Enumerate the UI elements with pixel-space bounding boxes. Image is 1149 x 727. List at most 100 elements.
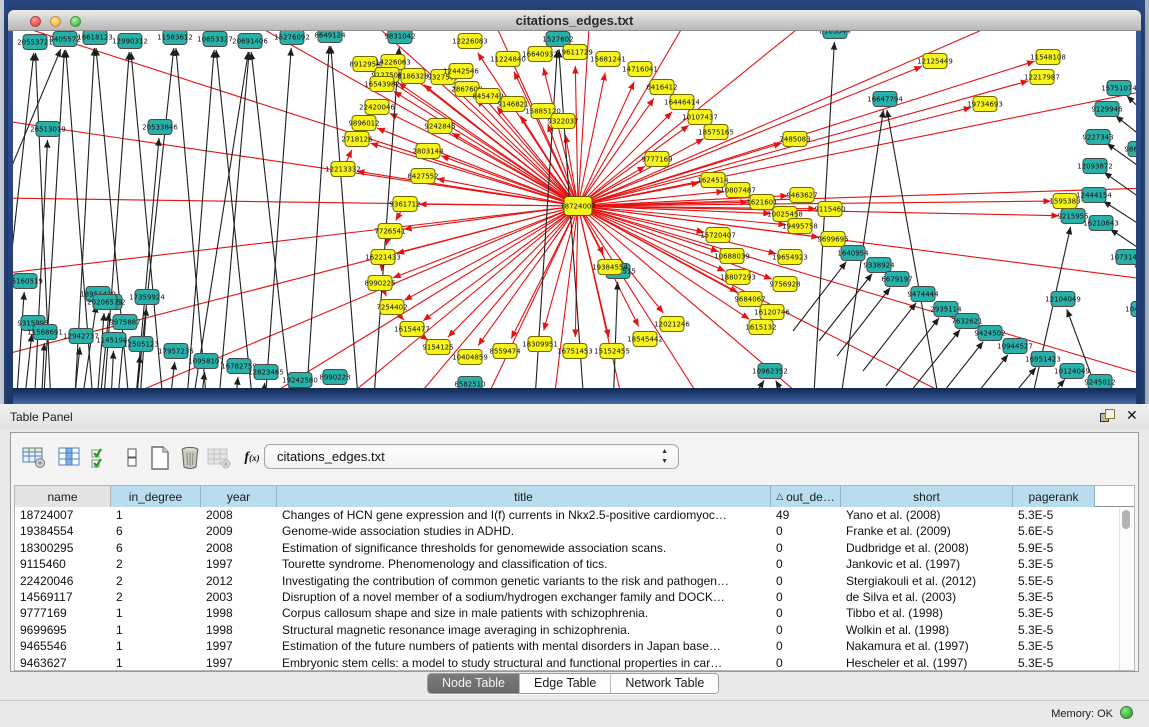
graph-node-yellow[interactable]: 16751453 xyxy=(557,344,593,359)
graph-node-teal[interactable]: 12990312 xyxy=(112,34,148,49)
graph-node-yellow[interactable]: 8427552 xyxy=(407,169,438,184)
select-all-icon[interactable] xyxy=(87,443,117,473)
table-row[interactable]: 911546021997Tourette syndrome. Phenomeno… xyxy=(15,556,1134,572)
graph-node-yellow[interactable]: 19734693 xyxy=(967,97,1003,112)
column-header-in_degree[interactable]: in_degree xyxy=(111,486,201,507)
graph-node-teal[interactable]: 10124049 xyxy=(1054,364,1090,379)
table-mode-icon[interactable] xyxy=(19,443,49,473)
graph-node-yellow[interactable]: 8186328 xyxy=(397,69,428,84)
table-row[interactable]: 977716911998Corpus callosum shape and si… xyxy=(15,605,1134,621)
close-traffic-light-icon[interactable] xyxy=(30,16,41,27)
zoom-traffic-light-icon[interactable] xyxy=(70,16,81,27)
graph-node-teal[interactable]: 20553721 xyxy=(17,35,53,50)
graph-node-teal[interactable]: 16618123 xyxy=(77,31,113,45)
column-header-title[interactable]: title xyxy=(277,486,771,507)
graph-node-yellow[interactable]: 11548108 xyxy=(1030,50,1066,65)
graph-node-teal[interactable]: 16951423 xyxy=(1025,352,1061,367)
graph-node-teal[interactable]: 8582510 xyxy=(454,377,485,389)
vertical-scrollbar[interactable] xyxy=(1119,508,1132,670)
tab-edge-table[interactable]: Edge Table xyxy=(520,674,611,693)
graph-node-teal[interactable]: 17359924 xyxy=(129,290,165,305)
graph-node-yellow[interactable]: 9896012 xyxy=(348,116,379,131)
graph-node-teal[interactable]: 10403152 xyxy=(1125,302,1136,317)
column-header-pagerank[interactable]: pagerank xyxy=(1013,486,1095,507)
graph-node-yellow[interactable]: 9361712 xyxy=(389,197,420,212)
graph-node-teal[interactable]: 10962352 xyxy=(752,364,788,379)
graph-node-teal[interactable]: 20533846 xyxy=(142,120,178,135)
tab-network-table[interactable]: Network Table xyxy=(611,674,718,693)
graph-node-yellow[interactable]: 9242845 xyxy=(424,119,455,134)
graph-node-yellow[interactable]: 2718126 xyxy=(341,132,373,147)
graph-node-yellow[interactable]: 2803144 xyxy=(412,144,444,159)
scrollbar-thumb[interactable] xyxy=(1122,510,1130,529)
graph-node-teal[interactable]: 10958107 xyxy=(188,354,224,369)
graph-node-teal[interactable]: 6679197 xyxy=(881,272,912,287)
graph-node-yellow[interactable]: 11224840 xyxy=(490,52,526,67)
graph-node-yellow[interactable]: 10688039 xyxy=(714,249,750,264)
column-header-name[interactable]: name xyxy=(15,486,111,507)
graph-node-teal[interactable]: 9861402 xyxy=(1124,142,1136,157)
graph-node-teal[interactable]: 1640954 xyxy=(837,246,869,261)
graph-node-hub[interactable]: 18724007 xyxy=(560,197,596,216)
graph-node-yellow[interactable]: 12213332 xyxy=(325,162,361,177)
graph-node-teal[interactable]: 10731453 xyxy=(1110,250,1136,265)
graph-node-teal[interactable]: 9129946 xyxy=(1091,102,1123,117)
graph-node-teal[interactable]: 9474444 xyxy=(907,287,939,302)
column-header-out_degree[interactable]: △out_de… xyxy=(771,486,841,507)
float-panel-icon[interactable] xyxy=(1100,409,1116,424)
graph-node-yellow[interactable]: 9684067 xyxy=(734,292,765,307)
graph-node-yellow[interactable]: 16154477 xyxy=(394,322,430,337)
graph-node-teal[interactable]: 8990228 xyxy=(319,370,350,385)
graph-node-yellow[interactable]: 1621601 xyxy=(746,195,777,210)
graph-node-yellow[interactable]: 12021246 xyxy=(654,317,690,332)
network-window-titlebar[interactable]: citations_edges.txt xyxy=(8,10,1141,31)
graph-node-yellow[interactable]: 10404859 xyxy=(452,350,488,365)
graph-node-teal[interactable]: 9975887 xyxy=(109,315,140,330)
graph-node-teal[interactable]: 15751074 xyxy=(1101,81,1136,96)
graph-node-yellow[interactable]: 1595383 xyxy=(1049,194,1080,209)
graph-node-teal[interactable]: 8649124 xyxy=(314,31,346,43)
hide-columns-icon[interactable] xyxy=(117,443,147,473)
graph-node-yellow[interactable]: 18807293 xyxy=(720,270,756,285)
minimize-traffic-light-icon[interactable] xyxy=(50,16,61,27)
network-canvas[interactable]: 2055372194055721661812312990312 11583612 1… xyxy=(13,31,1136,388)
table-row[interactable]: 1938455462009Genome-wide association stu… xyxy=(15,523,1134,539)
graph-node-yellow[interactable]: 15681241 xyxy=(590,52,626,67)
graph-node-yellow[interactable]: 6416412 xyxy=(646,80,677,95)
graph-node-teal[interactable]: 7632621 xyxy=(951,314,982,329)
graph-node-teal[interactable]: 9424502 xyxy=(974,326,1005,341)
graph-node-teal[interactable]: 15276092 xyxy=(274,31,310,45)
graph-node-teal[interactable]: 8163044 xyxy=(819,31,851,39)
graph-node-teal[interactable]: 9338924 xyxy=(863,258,895,273)
column-header-short[interactable]: short xyxy=(841,486,1013,507)
graph-node-yellow[interactable]: 7726541 xyxy=(374,224,405,239)
graph-node-teal[interactable]: 11583612 xyxy=(157,31,193,45)
graph-node-yellow[interactable]: 15152455 xyxy=(594,344,630,359)
graph-node-yellow[interactable]: 12217987 xyxy=(1024,70,1060,85)
graph-node-teal[interactable]: 12093872 xyxy=(1077,159,1113,174)
graph-node-teal[interactable]: 9227343 xyxy=(1082,130,1113,145)
graph-node-yellow[interactable]: 19654923 xyxy=(772,250,808,265)
graph-node-yellow[interactable]: 9699695 xyxy=(817,232,848,247)
table-row[interactable]: 946554611997Estimation of the future num… xyxy=(15,638,1134,654)
graph-node-teal[interactable]: 12942737 xyxy=(63,329,99,344)
graph-node-yellow[interactable]: 16446414 xyxy=(664,95,700,110)
graph-node-yellow[interactable]: 15720407 xyxy=(700,228,736,243)
graph-node-teal[interactable]: 9245012 xyxy=(1084,375,1115,389)
graph-node-teal[interactable]: 10944527 xyxy=(997,339,1033,354)
graph-node-teal[interactable]: 25160519 xyxy=(13,274,43,289)
graph-node-yellow[interactable]: 18575165 xyxy=(698,125,734,140)
graph-node-yellow[interactable]: 1624514 xyxy=(697,173,729,188)
graph-node-teal[interactable]: 9405572 xyxy=(49,32,80,47)
table-row[interactable]: 1872400712008Changes of HCN gene express… xyxy=(15,507,1134,523)
graph-node-teal[interactable]: 12104049 xyxy=(1045,292,1081,307)
close-panel-icon[interactable]: ✕ xyxy=(1126,407,1138,424)
table-row[interactable]: 946362711997Embryonic stem cells: a mode… xyxy=(15,655,1134,671)
graph-node-yellow[interactable]: 8559474 xyxy=(489,344,521,359)
column-header-year[interactable]: year xyxy=(201,486,277,507)
graph-node-teal[interactable]: 9831042 xyxy=(384,31,415,44)
graph-node-yellow[interactable]: 9322037 xyxy=(547,114,578,129)
graph-node-yellow[interactable]: 7485083 xyxy=(779,132,810,147)
graph-node-yellow[interactable]: 9146821 xyxy=(497,97,528,112)
graph-node-yellow[interactable]: 9756928 xyxy=(769,277,800,292)
